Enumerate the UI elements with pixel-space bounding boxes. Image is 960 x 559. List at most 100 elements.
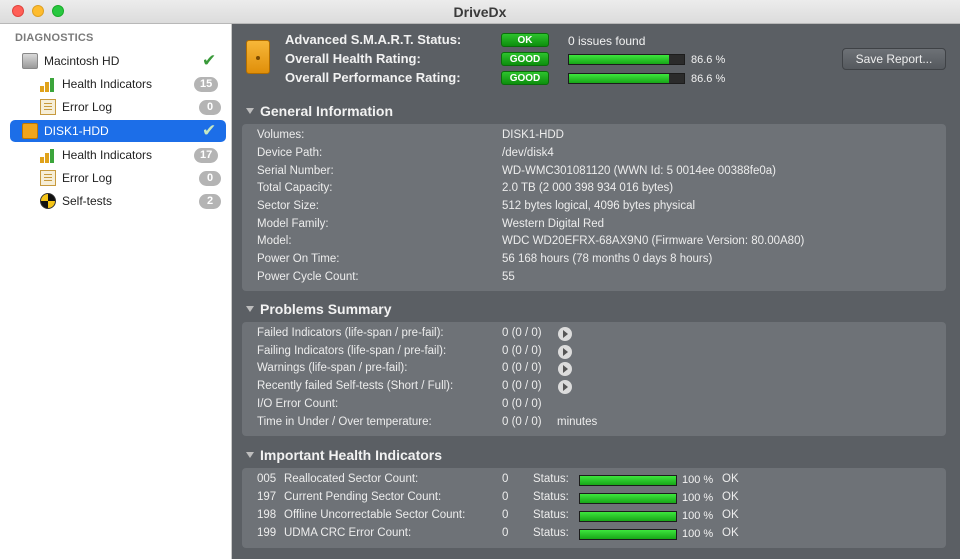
count-badge: 17 [194,148,219,163]
health-percent: 86.6 % [691,54,726,66]
bar-chart-icon [40,147,56,163]
problem-value: 0 (0 / 0) [502,362,542,374]
save-report-button[interactable]: Save Report... [842,48,946,70]
problem-row: Failing Indicators (life-span / pre-fail… [257,344,937,361]
indicator-id: 198 [257,509,277,521]
problem-value: 0 (0 / 0) [502,416,542,428]
status-header: Advanced S.M.A.R.T. Status: OK 0 issues … [233,24,960,94]
sidebar-item-self-tests[interactable]: Self-tests 2 [10,190,226,212]
sidebar-item-error-log[interactable]: Error Log 0 [10,167,226,189]
info-key: Device Path: [257,147,323,159]
indicator-row[interactable]: 198 Offline Uncorrectable Sector Count: … [257,508,937,525]
disk-icon [246,40,270,74]
health-indicators-panel: 005 Reallocated Sector Count: 0 Status: … [242,468,946,548]
status-badge: GOOD [501,52,549,66]
window-title: DriveDx [453,4,507,20]
health-rating-label: Overall Health Rating: [285,51,421,66]
problem-row: Warnings (life-span / pre-fail): 0 (0 / 0… [257,361,937,378]
info-key: Power On Time: [257,253,340,265]
problem-row: I/O Error Count: 0 (0 / 0) [257,397,937,414]
indicator-name: UDMA CRC Error Count: [284,527,412,539]
section-title: Problems Summary [260,301,392,317]
sidebar: DIAGNOSTICS Macintosh HD ✔ Health Indica… [0,24,232,559]
sidebar-item-macintosh-hd[interactable]: Macintosh HD ✔ [10,50,226,72]
sidebar-item-health-indicators[interactable]: Health Indicators 17 [10,144,226,166]
sidebar-item-disk1-hdd[interactable]: DISK1-HDD ✔ [10,120,226,142]
problem-row: Recently failed Self-tests (Short / Full… [257,379,937,396]
section-title: General Information [260,103,394,119]
health-progress-bar [568,54,685,65]
indicator-percent: 100 % [682,474,714,486]
problem-key: Time in Under / Over temperature: [257,416,432,428]
problem-key: Recently failed Self-tests (Short / Full… [257,380,454,392]
info-key: Sector Size: [257,200,319,212]
problems-summary-header[interactable]: Problems Summary [246,301,392,317]
problems-summary-panel: Failed Indicators (life-span / pre-fail)… [242,322,946,436]
details-arrow-button[interactable] [558,345,572,359]
status-label: Status: [533,491,569,503]
issues-text: 0 issues found [568,34,646,48]
details-arrow-button[interactable] [558,362,572,376]
indicator-name: Offline Uncorrectable Sector Count: [284,509,466,521]
general-info-header[interactable]: General Information [246,103,393,119]
count-badge: 2 [199,194,221,209]
problem-value: 0 (0 / 0) [502,380,542,392]
count-badge: 0 [199,100,221,115]
info-row: Serial Number: WD-WMC301081120 (WWN Id: 5… [257,164,937,181]
details-arrow-button[interactable] [558,327,572,341]
indicator-progress-bar [579,511,677,522]
sidebar-item-health-indicators[interactable]: Health Indicators 15 [10,73,226,95]
problem-value: 0 (0 / 0) [502,398,542,410]
info-row: Device Path: /dev/disk4 [257,146,937,163]
indicator-value: 0 [502,473,509,485]
info-row: Model: WDC WD20EFRX-68AX9N0 (Firmware Ver… [257,234,937,251]
health-indicators-header[interactable]: Important Health Indicators [246,447,442,463]
info-value: /dev/disk4 [502,147,554,159]
indicator-percent: 100 % [682,510,714,522]
indicator-name: Current Pending Sector Count: [284,491,442,503]
problem-value: 0 (0 / 0) [502,345,542,357]
smart-status-label: Advanced S.M.A.R.T. Status: [285,32,462,47]
indicator-row[interactable]: 199 UDMA CRC Error Count: 0 Status: 100 … [257,526,937,543]
details-arrow-button[interactable] [558,380,572,394]
problem-row: Failed Indicators (life-span / pre-fail)… [257,326,937,343]
info-value: 56 168 hours (78 months 0 days 8 hours) [502,253,713,265]
status-label: Status: [533,473,569,485]
bar-chart-icon [40,76,56,92]
indicator-row[interactable]: 197 Current Pending Sector Count: 0 Stat… [257,490,937,507]
indicator-state: OK [722,491,739,503]
sidebar-item-error-log[interactable]: Error Log 0 [10,96,226,118]
info-row: Power On Time: 56 168 hours (78 months 0 … [257,252,937,269]
sidebar-item-label: Health Indicators [62,77,153,91]
hard-drive-icon [22,53,38,69]
problem-value: 0 (0 / 0) [502,327,542,339]
disclosure-triangle-icon [246,108,254,114]
info-key: Power Cycle Count: [257,271,359,283]
status-badge: OK [501,33,549,47]
indicator-id: 005 [257,473,277,485]
status-label: Status: [533,509,569,521]
count-badge: 0 [199,171,221,186]
problem-key: Warnings (life-span / pre-fail): [257,362,408,374]
info-row: Model Family: Western Digital Red [257,217,937,234]
sidebar-item-label: DISK1-HDD [44,124,109,138]
disk-icon [22,123,38,139]
problem-row: Time in Under / Over temperature: 0 (0 / … [257,415,937,432]
performance-progress-bar [568,73,685,84]
indicator-state: OK [722,527,739,539]
info-value: DISK1-HDD [502,129,564,141]
indicator-value: 0 [502,509,509,521]
indicator-percent: 100 % [682,528,714,540]
self-test-icon [40,193,56,209]
indicator-progress-bar [579,475,677,486]
indicator-row[interactable]: 005 Reallocated Sector Count: 0 Status: … [257,472,937,489]
sidebar-item-label: Error Log [62,171,113,185]
info-value: Western Digital Red [502,218,605,230]
info-row: Volumes: DISK1-HDD [257,128,937,145]
problem-key: Failed Indicators (life-span / pre-fail)… [257,327,444,339]
indicator-state: OK [722,473,739,485]
sidebar-item-label: Macintosh HD [44,54,120,68]
indicator-state: OK [722,509,739,521]
status-badge: GOOD [501,71,549,85]
indicator-id: 197 [257,491,277,503]
